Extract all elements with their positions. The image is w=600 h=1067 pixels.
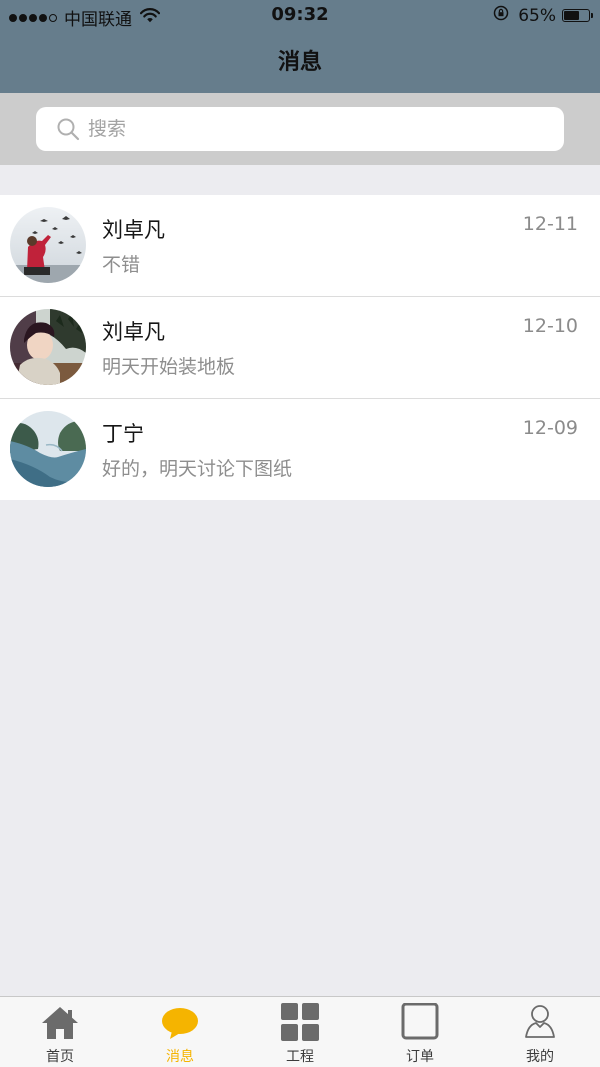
- message-preview: 明天开始装地板: [102, 356, 236, 378]
- grid-icon: [280, 1003, 320, 1043]
- tab-messages[interactable]: 消息: [120, 997, 240, 1067]
- avatar: [10, 309, 86, 385]
- avatar: [10, 207, 86, 283]
- avatar: [10, 411, 86, 487]
- tab-label: 消息: [166, 1049, 194, 1065]
- page-title: 消息: [277, 50, 322, 75]
- message-row[interactable]: 丁宁 好的，明天讨论下图纸 12-09: [0, 399, 600, 500]
- tab-bar: 首页 消息 工程 订单 我的: [0, 996, 600, 1067]
- tab-label: 我的: [526, 1049, 554, 1065]
- tab-home[interactable]: 首页: [0, 997, 120, 1067]
- person-icon: [520, 1003, 560, 1043]
- status-bar: 中国联通 09:32 65%: [0, 0, 600, 30]
- tab-profile[interactable]: 我的: [480, 997, 600, 1067]
- status-right: 65%: [493, 5, 593, 26]
- tab-label: 订单: [406, 1049, 434, 1065]
- message-preview: 不错: [102, 254, 141, 276]
- tab-label: 工程: [286, 1049, 314, 1065]
- message-date: 12-10: [522, 315, 578, 337]
- header: 中国联通 09:32 65% 消息: [0, 0, 600, 93]
- message-row[interactable]: 刘卓凡 不错 12-11: [0, 195, 600, 297]
- battery-icon: [562, 9, 593, 22]
- rotation-lock-icon: [493, 5, 509, 26]
- contact-name: 刘卓凡: [102, 218, 165, 242]
- message-list: 刘卓凡 不错 12-11 刘卓凡 明天开始装地板 12-10 丁宁 好的，明天讨…: [0, 195, 600, 500]
- tab-projects[interactable]: 工程: [240, 997, 360, 1067]
- search-icon: [56, 117, 80, 141]
- search-bar: [0, 93, 600, 165]
- tab-label: 首页: [46, 1049, 74, 1065]
- chat-bubble-icon: [160, 1003, 200, 1043]
- search-input[interactable]: [88, 118, 508, 140]
- search-box[interactable]: [36, 107, 564, 151]
- contact-name: 丁宁: [102, 422, 144, 446]
- message-date: 12-09: [522, 417, 578, 439]
- message-row[interactable]: 刘卓凡 明天开始装地板 12-10: [0, 297, 600, 399]
- message-preview: 好的，明天讨论下图纸: [102, 458, 293, 480]
- square-icon: [400, 1002, 440, 1043]
- message-date: 12-11: [522, 213, 578, 235]
- tab-orders[interactable]: 订单: [360, 997, 480, 1067]
- home-icon: [40, 1003, 80, 1043]
- contact-name: 刘卓凡: [102, 320, 165, 344]
- battery-percent: 65%: [518, 5, 556, 26]
